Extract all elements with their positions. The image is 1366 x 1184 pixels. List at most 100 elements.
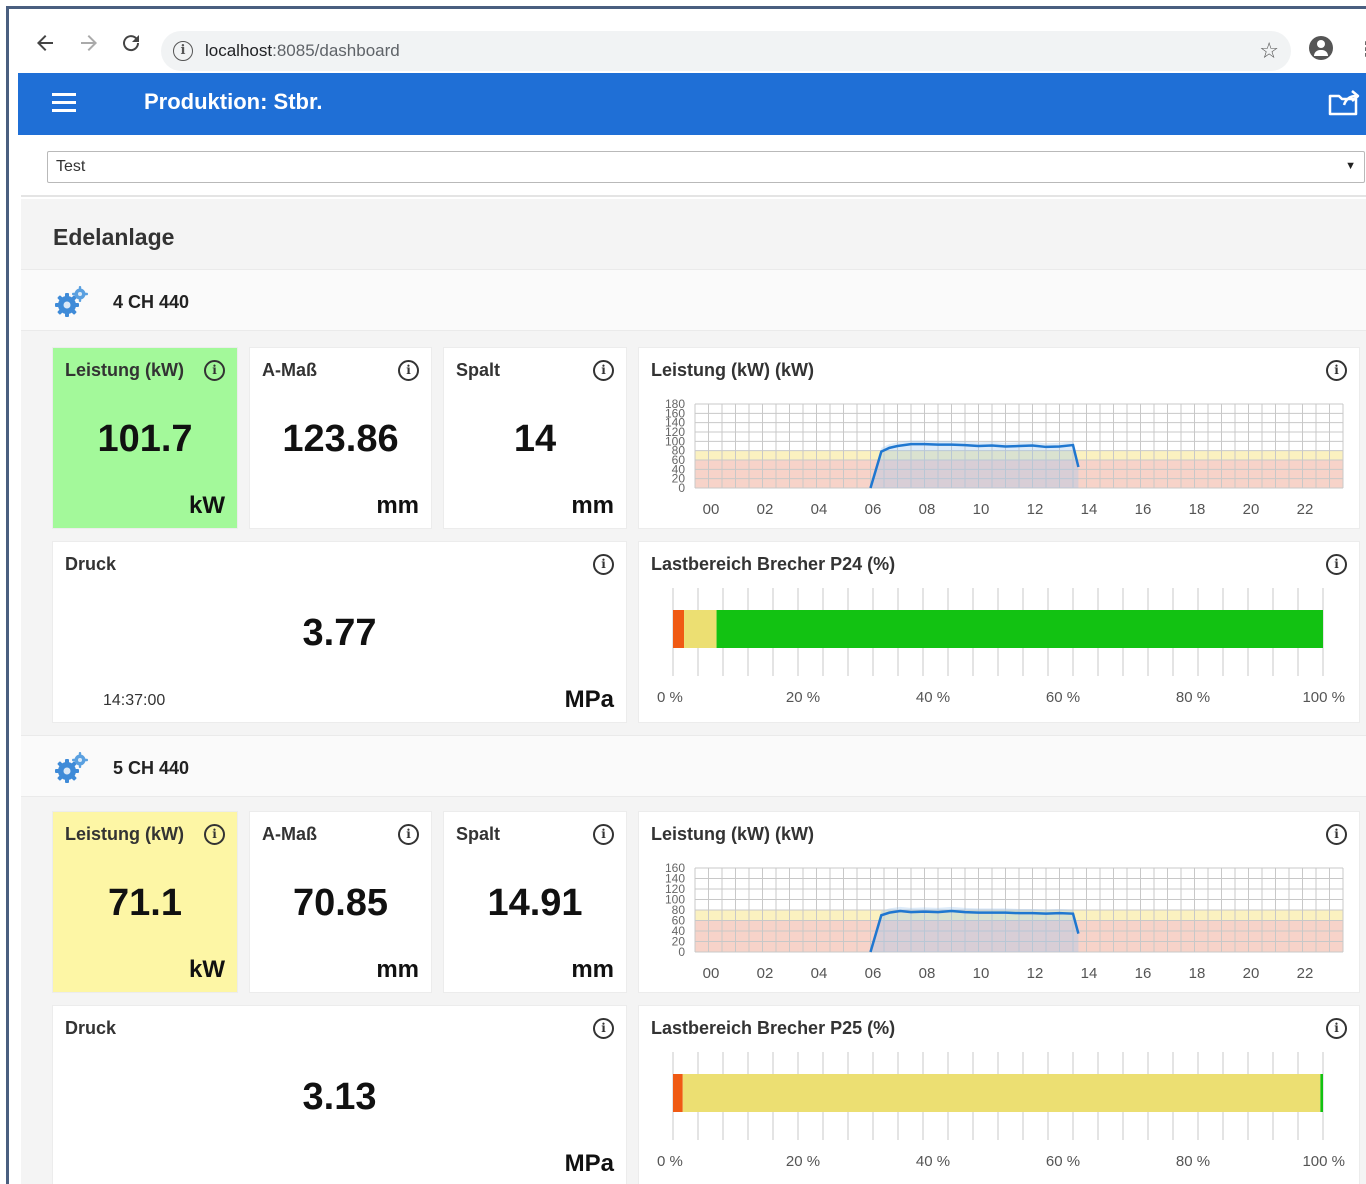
machine-header: 5 CH 440 xyxy=(21,735,1366,797)
info-icon[interactable]: i xyxy=(398,824,419,845)
tile-unit: mm xyxy=(376,492,419,519)
tile-unit: kW xyxy=(189,492,225,519)
tile-title: A-Maß xyxy=(262,360,317,380)
tile-title: Spalt xyxy=(456,360,501,380)
url-text: localhost:8085/dashboard xyxy=(205,41,400,60)
tile-value: 123.86 xyxy=(282,418,399,460)
load-range-chart: 0 % 20 % 40 % 60 % 80 % 100 % xyxy=(657,588,1345,706)
x-tick-label: 22 xyxy=(1297,965,1314,982)
group-select[interactable]: Test ▼ xyxy=(47,151,1365,183)
tile-unit: kW xyxy=(189,956,225,983)
x-tick-label: 60 % xyxy=(1046,689,1080,706)
address-bar[interactable]: i localhost:8085/dashboard ☆ xyxy=(161,31,1291,71)
x-tick-label: 10 xyxy=(973,965,990,982)
tile-title: A-Maß xyxy=(262,824,317,844)
x-tick-label: 60 % xyxy=(1046,1153,1080,1170)
x-tick-label: 20 % xyxy=(786,1153,820,1170)
tile-title: Leistung (kW) xyxy=(65,360,184,380)
tile-value: 101.7 xyxy=(97,418,193,460)
info-icon[interactable]: i xyxy=(593,554,614,575)
tile-unit: MPa xyxy=(564,686,614,713)
info-icon[interactable]: i xyxy=(173,41,193,61)
power-trend-chart: 02040608010012014016018000 02 04 06 08 10 12 14… xyxy=(665,397,1344,518)
reload-button[interactable] xyxy=(117,31,145,59)
machine-name: 4 CH 440 xyxy=(113,292,190,312)
x-tick-label: 04 xyxy=(811,501,828,518)
power-trend-chart: 02040608010012014016000 02 04 06 08 10 12 14 16 1… xyxy=(665,861,1344,982)
divider xyxy=(21,195,1366,197)
gears-icon xyxy=(55,286,88,317)
tile-timestamp: 14:37:00 xyxy=(103,692,166,709)
back-button[interactable] xyxy=(31,31,59,59)
spalt-tile[interactable]: Spalt i 14 mm xyxy=(443,347,627,529)
x-tick-label: 02 xyxy=(757,501,774,518)
x-tick-label: 14 xyxy=(1081,965,1098,982)
x-tick-label: 20 xyxy=(1243,501,1260,518)
tile-value: 3.77 xyxy=(302,612,377,654)
x-tick-label: 12 xyxy=(1027,965,1044,982)
info-icon[interactable]: i xyxy=(593,1018,614,1039)
x-tick-label: 100 % xyxy=(1302,689,1345,706)
x-tick-label: 18 xyxy=(1189,965,1206,982)
tile-unit: mm xyxy=(376,956,419,983)
folder-export-icon[interactable] xyxy=(1328,87,1362,117)
x-tick-label: 06 xyxy=(865,501,882,518)
load-segment xyxy=(673,1074,683,1112)
info-icon[interactable]: i xyxy=(398,360,419,381)
power-trend-card[interactable]: Leistung (kW) (kW) i 0 20 40 60 80 100 120 140 1… xyxy=(638,347,1360,529)
x-tick-label: 06 xyxy=(865,965,882,982)
hamburger-menu-icon[interactable] xyxy=(52,93,76,113)
x-tick-label: 08 xyxy=(919,965,936,982)
tile-value: 14.91 xyxy=(487,882,583,924)
x-tick-label: 16 xyxy=(1135,501,1152,518)
tile-title: Leistung (kW) xyxy=(65,824,184,844)
x-tick-label: 14 xyxy=(1081,501,1098,518)
group-title: Edelanlage xyxy=(53,224,175,250)
load-range-chart: 0 % 20 % 40 % 60 % 80 % 100 % xyxy=(657,1052,1345,1170)
reload-icon xyxy=(123,35,140,52)
browser-toolbar: i localhost:8085/dashboard ☆ ⋮ xyxy=(9,9,1366,73)
amass-tile[interactable]: A-Maß i 123.86 mm xyxy=(249,347,432,529)
tile-value: 14 xyxy=(513,418,557,460)
druck-tile[interactable]: Druck i 3.13 MPa xyxy=(52,1005,627,1184)
x-tick-label: 80 % xyxy=(1176,689,1210,706)
load-range-card[interactable]: Lastbereich Brecher P24 (%) i 0 % 20 % 40 … xyxy=(638,541,1360,723)
y-tick-label: 180 xyxy=(665,397,685,411)
gears-icon xyxy=(55,752,88,783)
load-segment xyxy=(682,1074,1321,1112)
amass-tile[interactable]: A-Maß i 70.85 mm xyxy=(249,811,432,993)
machine-name: 5 CH 440 xyxy=(113,758,190,778)
bookmark-star-icon[interactable]: ☆ xyxy=(1259,38,1279,64)
info-icon[interactable]: i xyxy=(204,360,225,381)
x-tick-label: 20 xyxy=(1243,965,1260,982)
more-menu-icon[interactable]: ⋮ xyxy=(1357,37,1366,62)
load-range-card[interactable]: Lastbereich Brecher P25 (%) i 0 % 20 % 40 … xyxy=(638,1005,1360,1184)
group-panel: Edelanlage 4 CH 440 Leistung (kW) i 101.… xyxy=(21,199,1366,1184)
group-select-value: Test xyxy=(56,158,86,175)
spalt-tile[interactable]: Spalt i 14.91 mm xyxy=(443,811,627,993)
account-icon[interactable] xyxy=(1309,36,1333,60)
group-header: Edelanlage xyxy=(21,199,1366,269)
tile-title: Spalt xyxy=(456,824,501,844)
x-tick-label: 00 xyxy=(703,501,720,518)
power-tile[interactable]: Leistung (kW) i 71.1 kW xyxy=(52,811,238,993)
info-icon[interactable]: i xyxy=(593,824,614,845)
power-trend-card[interactable]: Leistung (kW) (kW) i 0 20 40 60 80 100 120 140 1… xyxy=(638,811,1360,993)
info-icon[interactable]: i xyxy=(204,824,225,845)
app-header: Produktion: Stbr. xyxy=(18,73,1366,135)
x-tick-label: 40 % xyxy=(916,689,950,706)
x-tick-label: 100 % xyxy=(1302,1153,1345,1170)
tile-unit: MPa xyxy=(564,1150,614,1177)
tile-value: 3.13 xyxy=(302,1076,377,1118)
x-tick-label: 08 xyxy=(919,501,936,518)
x-tick-label: 16 xyxy=(1135,965,1152,982)
x-tick-label: 22 xyxy=(1297,501,1314,518)
druck-tile[interactable]: Druck i 3.77 14:37:00 MPa xyxy=(52,541,627,723)
power-tile[interactable]: Leistung (kW) i 101.7 kW xyxy=(52,347,238,529)
x-tick-label: 0 % xyxy=(657,689,683,706)
info-icon[interactable]: i xyxy=(593,360,614,381)
tile-unit: mm xyxy=(571,956,614,983)
x-tick-label: 40 % xyxy=(916,1153,950,1170)
forward-button[interactable] xyxy=(75,31,103,59)
x-tick-label: 00 xyxy=(703,965,720,982)
